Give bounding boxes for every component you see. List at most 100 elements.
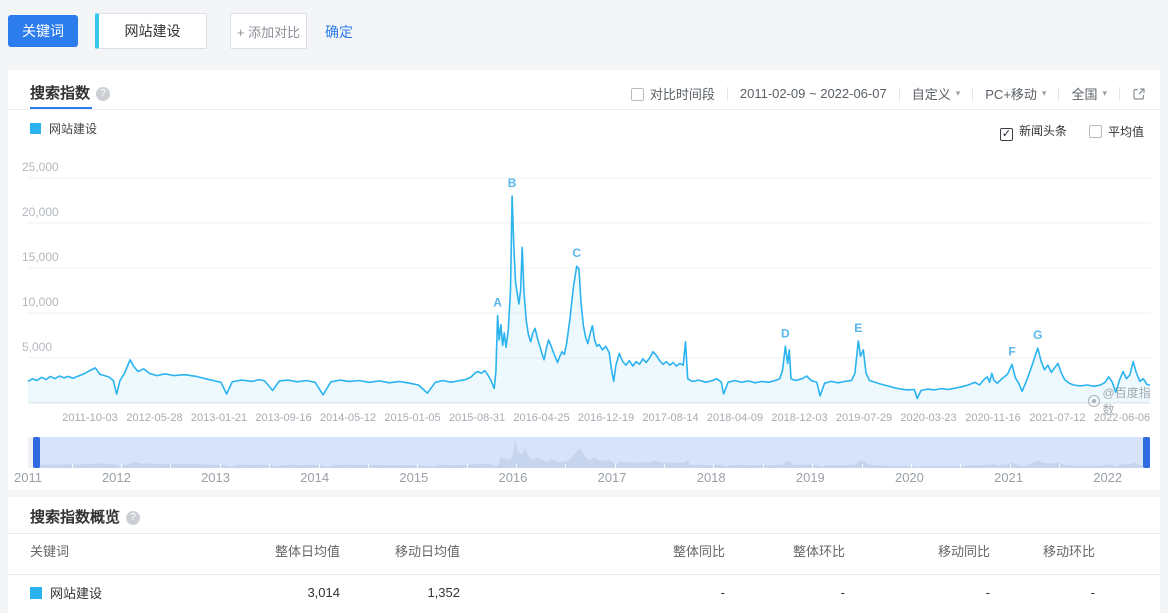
slider-left-handle[interactable]: [33, 437, 40, 468]
compare-period-checkbox[interactable]: [631, 88, 644, 101]
x-axis-tick-label: 2015-08-31: [449, 412, 505, 424]
time-range-slider[interactable]: [28, 437, 1150, 468]
divider: [1119, 87, 1120, 101]
trend-chart[interactable]: 5,00010,00015,00020,00025,000ABCDEFG: [8, 158, 1160, 410]
slider-tick: [516, 464, 517, 468]
slider-tick: [615, 464, 616, 468]
confirm-link[interactable]: 确定: [325, 22, 353, 42]
slider-selected-range[interactable]: [33, 437, 1150, 468]
peak-annotation: E: [854, 321, 862, 335]
series-color-swatch: [30, 123, 41, 134]
date-range[interactable]: 2011-02-09 ~ 2022-06-07: [740, 86, 887, 101]
slider-year-label: 2021: [994, 470, 1023, 485]
divider: [727, 87, 728, 101]
series-legend: 网站建设: [30, 120, 97, 137]
help-icon[interactable]: ?: [96, 87, 110, 101]
add-compare-button[interactable]: + 添加对比: [230, 13, 307, 49]
search-index-panel: 搜索指数? 对比时间段 2011-02-09 ~ 2022-06-07 自定义▾…: [8, 70, 1160, 490]
external-link-icon[interactable]: [1132, 87, 1146, 101]
peak-annotation: C: [572, 246, 581, 260]
x-axis-tick-label: 2021-07-12: [1029, 412, 1085, 424]
news-headlines-checkbox[interactable]: ✓: [1000, 128, 1013, 141]
peak-annotation: G: [1033, 328, 1042, 342]
slider-year-label: 2011: [14, 470, 42, 485]
col-mobile-yoy: 移动同比: [845, 541, 990, 560]
overview-title: 搜索指数概览?: [30, 506, 140, 527]
x-axis-tick-label: 2019-07-29: [836, 412, 892, 424]
compare-period-toggle[interactable]: 对比时间段: [631, 84, 715, 103]
divider: [899, 87, 900, 101]
slider-year-label: 2015: [399, 470, 428, 485]
divider: [1058, 87, 1059, 101]
keyword-input[interactable]: [95, 13, 207, 49]
slider-tick: [121, 464, 122, 468]
svg-text:5,000: 5,000: [22, 340, 52, 354]
x-axis-tick-label: 2016-04-25: [513, 412, 569, 424]
tab-search-index[interactable]: 搜索指数?: [30, 82, 110, 103]
caret-down-icon: ▾: [956, 88, 961, 99]
peak-annotation: A: [493, 296, 502, 310]
x-axis-tick-label: 2016-12-19: [578, 412, 634, 424]
slider-year-label: 2018: [697, 470, 726, 485]
x-axis-tick-label: 2013-01-21: [191, 412, 247, 424]
x-axis-tick-label: 2012-05-28: [126, 412, 182, 424]
search-index-overview-panel: 搜索指数概览? 关键词 整体日均值 移动日均值 整体同比 整体环比 移动同比 移…: [8, 497, 1160, 613]
slider-year-label: 2016: [498, 470, 527, 485]
custom-range-dropdown[interactable]: 自定义▾: [912, 84, 961, 103]
divider: [8, 109, 1160, 110]
svg-text:10,000: 10,000: [22, 295, 59, 309]
slider-tick: [170, 464, 171, 468]
keyword-button[interactable]: 关键词: [8, 15, 78, 47]
col-overall-daily-avg: 整体日均值: [220, 541, 340, 560]
slider-year-label: 2020: [895, 470, 924, 485]
average-checkbox[interactable]: [1089, 125, 1102, 138]
peak-annotation: F: [1008, 344, 1015, 358]
slider-year-label: 2013: [201, 470, 230, 485]
slider-tick: [812, 464, 813, 468]
row-mobile-daily-avg: 1,352: [340, 585, 460, 600]
row-overall-mom: -: [725, 585, 845, 600]
baidu-index-logo-icon: [1088, 395, 1100, 407]
row-mobile-mom: -: [990, 585, 1095, 600]
x-axis-tick-label: 2017-08-14: [642, 412, 698, 424]
slider-tick: [417, 464, 418, 468]
row-overall-daily-avg: 3,014: [220, 585, 340, 600]
slider-tick: [911, 464, 912, 468]
slider-tick: [220, 464, 221, 468]
x-axis-tick-label: 2011-10-03: [62, 412, 117, 424]
col-keyword: 关键词: [30, 541, 220, 560]
device-dropdown[interactable]: PC+移动▾: [985, 84, 1046, 103]
x-axis-tick-label: 2022-06-06: [1094, 412, 1150, 424]
top-search-bar: 关键词 + 添加对比 确定: [0, 0, 1168, 70]
slider-tick: [763, 464, 764, 468]
average-toggle[interactable]: 平均值: [1089, 123, 1144, 140]
slider-tick: [664, 464, 665, 468]
row-mobile-yoy: -: [845, 585, 990, 600]
caret-down-icon: ▾: [1102, 88, 1107, 99]
x-axis-tick-label: 2018-04-09: [707, 412, 763, 424]
news-headlines-toggle[interactable]: ✓新闻头条: [1000, 122, 1067, 141]
svg-text:15,000: 15,000: [22, 250, 59, 264]
peak-annotation: B: [508, 176, 517, 190]
overview-table-header: 关键词 整体日均值 移动日均值 整体同比 整体环比 移动同比 移动环比: [30, 541, 1117, 560]
slider-right-handle[interactable]: [1143, 437, 1150, 468]
slider-tick: [467, 464, 468, 468]
x-axis-tick-label: 2014-05-12: [320, 412, 376, 424]
slider-mini-chart: [33, 437, 1150, 468]
region-dropdown[interactable]: 全国▾: [1071, 84, 1107, 103]
svg-text:20,000: 20,000: [22, 205, 59, 219]
help-icon[interactable]: ?: [126, 511, 140, 525]
slider-tick: [713, 464, 714, 468]
trend-chart-svg: 5,00010,00015,00020,00025,000ABCDEFG: [8, 158, 1160, 410]
slider-year-label: 2012: [102, 470, 131, 485]
slider-tick: [1010, 464, 1011, 468]
col-overall-yoy: 整体同比: [460, 541, 725, 560]
table-row: 网站建设 3,014 1,352 - - - -: [30, 583, 1117, 602]
col-mobile-daily-avg: 移动日均值: [340, 541, 460, 560]
x-axis-labels: 2011-10-03 2012-05-28 2013-01-21 2013-09-16…: [28, 412, 1150, 428]
series-legend-label: 网站建设: [49, 120, 97, 137]
x-axis-tick-label: 2013-09-16: [255, 412, 311, 424]
slider-year-label: 2017: [598, 470, 627, 485]
slider-year-labels: 2011201220132014201520162017201820192020…: [28, 470, 1150, 486]
overlay-toggles: ✓新闻头条 平均值: [1000, 122, 1144, 141]
